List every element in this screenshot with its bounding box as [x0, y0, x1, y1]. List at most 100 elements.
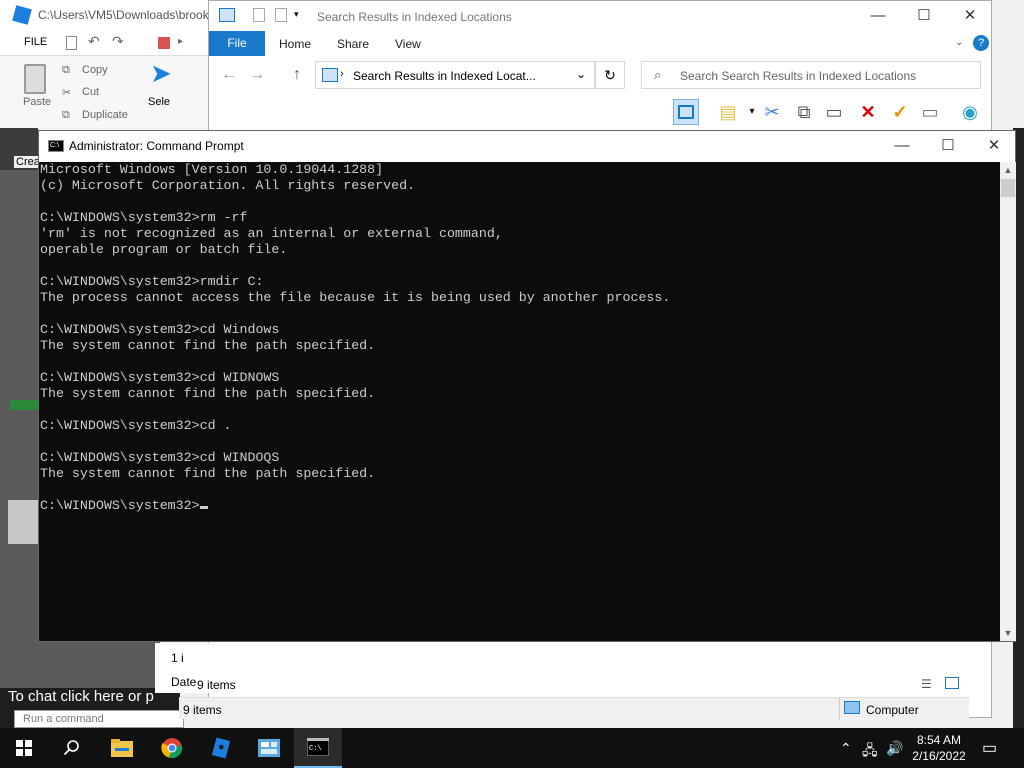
network-icon[interactable]: 🖧: [862, 740, 878, 764]
console-line: The system cannot find the path specifie…: [40, 386, 376, 401]
windows-start-icon[interactable]: [0, 728, 48, 768]
rename-icon[interactable]: ▭: [917, 99, 943, 125]
scroll-up-icon[interactable]: ▲: [1000, 162, 1016, 178]
gray-part: [8, 500, 40, 544]
studio-ribbon: Paste ⧉ Copy ✂ Cut ⧉ Duplicate ➤ Sele: [0, 56, 210, 128]
close-button[interactable]: ✕: [947, 1, 993, 31]
notification-icon[interactable]: ▭: [982, 738, 997, 758]
cut-icon[interactable]: ✂: [62, 86, 71, 99]
cmd-maximize-button[interactable]: ☐: [925, 131, 971, 162]
properties-icon[interactable]: [253, 8, 265, 22]
minimize-button[interactable]: —: [855, 1, 901, 31]
search-results-icon: [219, 8, 235, 22]
taskbar: C:\ ⌃ 🖧 🔊 8:54 AM 2/16/2022 ▭: [0, 728, 1024, 768]
cmd-minimize-button[interactable]: —: [879, 131, 925, 162]
computer-label: Computer: [866, 703, 919, 717]
console-line: C:\WINDOWS\system32>cd WIDNOWS: [40, 370, 280, 385]
search-icon: ⌕: [654, 67, 662, 82]
explorer-ribbon-tabs: File Home Share View ⌄ ?: [209, 31, 991, 56]
studio-file-menu[interactable]: FILE: [24, 36, 47, 48]
control-panel-icon[interactable]: [245, 728, 293, 768]
back-icon[interactable]: ←: [221, 66, 237, 84]
console-line: C:\WINDOWS\system32>cd WINDOQS: [40, 450, 280, 465]
address-dropdown-icon[interactable]: ⌄: [576, 67, 586, 81]
address-text: Search Results in Indexed Locat...: [353, 69, 536, 83]
copy-icon[interactable]: ⧉: [791, 99, 817, 125]
console-output: Microsoft Windows [Version 10.0.19044.12…: [40, 162, 670, 514]
forward-icon[interactable]: →: [249, 66, 265, 84]
copy-label[interactable]: Copy: [82, 64, 108, 76]
scroll-down-icon[interactable]: ▼: [1000, 625, 1016, 641]
studio-title-bar: C:\Users\VM5\Downloads\brook: [0, 0, 210, 30]
console-line: operable program or batch file.: [40, 242, 288, 257]
quick-access-dropdown-icon[interactable]: ▾: [294, 9, 299, 20]
explorer-status-bar-bottom: 9 items Computer: [179, 697, 969, 720]
select-cursor-icon[interactable]: ➤: [150, 58, 172, 89]
show-hidden-icons-icon[interactable]: ⌃: [840, 740, 852, 757]
tab-home[interactable]: Home: [279, 37, 311, 51]
explorer-title: Search Results in Indexed Locations: [317, 10, 512, 24]
clock[interactable]: 8:54 AM 2/16/2022: [908, 732, 970, 764]
cmd-console[interactable]: Microsoft Windows [Version 10.0.19044.12…: [39, 162, 1000, 641]
help-icon[interactable]: ?: [973, 35, 989, 51]
duplicate-label[interactable]: Duplicate: [82, 109, 128, 121]
studio-menu-bar: FILE ↶ ↷ ▸: [0, 30, 210, 56]
console-line: The process cannot access the file becau…: [40, 290, 671, 305]
new-folder-icon[interactable]: [275, 8, 287, 22]
copy-icon[interactable]: ⧉: [62, 64, 70, 77]
console-line: C:\WINDOWS\system32>rm -rf: [40, 210, 248, 225]
clock-date: 2/16/2022: [912, 749, 966, 763]
cut-icon[interactable]: ✂: [759, 99, 785, 125]
volume-icon[interactable]: 🔊: [886, 740, 903, 757]
delete-icon[interactable]: ✕: [855, 99, 881, 125]
expand-ribbon-icon[interactable]: ⌄: [955, 37, 963, 48]
large-icons-view-icon[interactable]: [945, 677, 959, 689]
chat-hint[interactable]: To chat click here or p: [8, 688, 154, 705]
up-icon[interactable]: ↑: [293, 66, 301, 84]
select-label[interactable]: Sele: [148, 96, 170, 108]
paste-icon[interactable]: ▭: [821, 99, 847, 125]
console-line: C:\WINDOWS\system32>cd Windows: [40, 322, 280, 337]
status-items: 9 items: [197, 678, 236, 692]
tab-view[interactable]: View: [395, 37, 421, 51]
command-prompt-taskbar-icon[interactable]: C:\: [294, 728, 342, 768]
navigation-pane-icon[interactable]: [673, 99, 699, 125]
dropdown-icon[interactable]: ▸: [178, 36, 192, 50]
command-prompt-window: C:\ Administrator: Command Prompt — ☐ ✕ …: [38, 130, 1016, 642]
cmd-title-bar: C:\ Administrator: Command Prompt — ☐ ✕: [39, 131, 1015, 162]
cut-label[interactable]: Cut: [82, 86, 99, 98]
new-file-icon[interactable]: [66, 36, 77, 50]
refresh-button[interactable]: ↻: [595, 61, 625, 89]
cmd-scrollbar[interactable]: ▲ ▼: [1000, 162, 1016, 641]
file-explorer-icon[interactable]: [98, 728, 146, 768]
scroll-thumb[interactable]: [1001, 179, 1015, 197]
globe-icon[interactable]: ◉: [957, 99, 983, 125]
roblox-studio-icon[interactable]: [197, 728, 245, 768]
chrome-icon[interactable]: [148, 728, 196, 768]
explorer-toolbar: ▤ ▾ ✂ ⧉ ▭ ✕ ✓ ▭ ◉: [209, 97, 991, 127]
tab-share[interactable]: Share: [337, 37, 369, 51]
tab-file[interactable]: File: [209, 31, 265, 56]
computer-status: Computer: [839, 698, 949, 720]
stop-icon[interactable]: [158, 37, 170, 49]
properties-folder-icon[interactable]: ▤: [715, 99, 741, 125]
check-icon[interactable]: ✓: [887, 99, 913, 125]
console-line: C:\WINDOWS\system32>cd .: [40, 418, 232, 433]
run-command-input[interactable]: Run a command: [14, 710, 184, 728]
paste-icon[interactable]: [24, 64, 46, 94]
search-box[interactable]: ⌕ Search Search Results in Indexed Locat…: [641, 61, 981, 89]
maximize-button[interactable]: ☐: [901, 1, 947, 31]
search-icon[interactable]: [48, 728, 96, 768]
duplicate-icon[interactable]: ⧉: [62, 109, 70, 122]
details-view-icon[interactable]: ☰: [921, 677, 932, 691]
address-bar[interactable]: › Search Results in Indexed Locat... ⌄: [315, 61, 595, 89]
redo-icon[interactable]: ↷: [112, 33, 126, 49]
cmd-close-button[interactable]: ✕: [971, 131, 1017, 162]
undo-icon[interactable]: ↶: [88, 33, 102, 49]
